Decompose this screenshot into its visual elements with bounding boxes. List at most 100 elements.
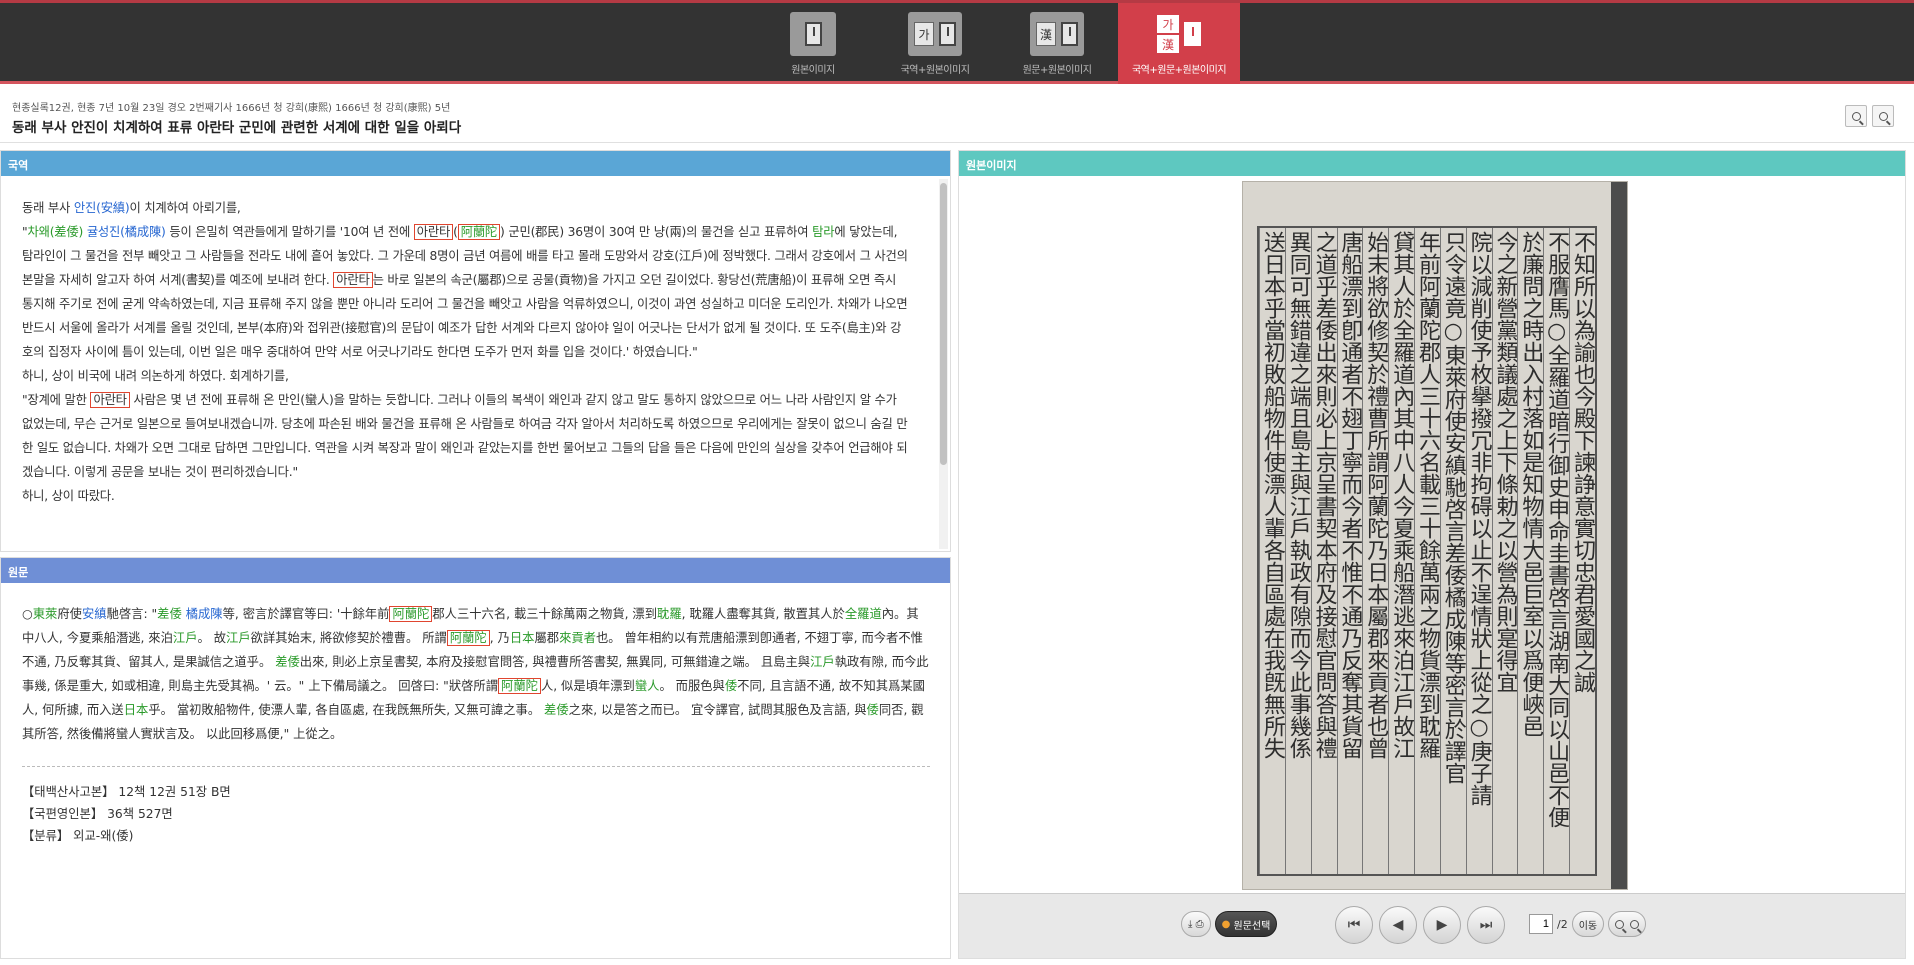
scanned-page-image[interactable]: 不知所以為諭也今殿下諫諍意實切忠君愛國之誠 不服膺馬○全羅道暗行御史申命圭書啓言湖…: [1242, 181, 1628, 890]
term-link[interactable]: 差倭: [275, 655, 300, 669]
highlight-term[interactable]: 阿蘭陀: [389, 606, 433, 622]
place-link[interactable]: 日本: [124, 703, 149, 717]
check-icon: ●: [1221, 918, 1234, 930]
zoom-in-icon: [1851, 111, 1861, 121]
place-link[interactable]: 耽羅: [657, 607, 682, 621]
place-link[interactable]: 江戶: [226, 631, 251, 645]
scan-column: 今之新營黨類議處之上下條勅之以營為則寔得宜: [1491, 228, 1517, 874]
next-page-icon: ▶: [1436, 917, 1448, 933]
person-link[interactable]: 安縝: [82, 607, 107, 621]
place-link[interactable]: 탐라: [812, 225, 834, 239]
zoom-in-button[interactable]: [1845, 105, 1867, 127]
scan-column: 始末將欲修契於禮曹所謂阿蘭陀乃日本屬郡來貢者也曾: [1362, 228, 1388, 874]
translation-panel-header: 국역: [1, 151, 950, 176]
select-original-label: 원문선택: [1233, 920, 1271, 932]
scan-column: 異同可無錯違之端且島主與江戶執政有隙而今此事幾係: [1284, 228, 1311, 874]
mode-original-text-image[interactable]: 漢 원문+원본이미지: [996, 3, 1118, 84]
meta-taebaek: 【태백산사고본】 12책 12권 51장 B면: [22, 785, 231, 799]
scan-text-columns: 不知所以為諭也今殿下諫諍意實切忠君愛國之誠 不服膺馬○全羅道暗行御史申命圭書啓言湖…: [1257, 226, 1597, 876]
print-icon: ⎙: [1195, 918, 1204, 930]
zoom-out-button[interactable]: [1872, 105, 1894, 127]
mode-label: 원문+원본이미지: [1022, 65, 1092, 76]
page-title: 동래 부사 안진이 치계하여 표류 아란타 군민에 관련한 서계에 대한 일을 …: [12, 120, 462, 136]
term-link[interactable]: 倭: [867, 703, 879, 717]
translation-body: 동래 부사 안진(安縝)이 치계하여 아뢰기를, "차왜(差倭) 귤성진(橘成陳…: [22, 201, 908, 503]
zoom-out-icon: [1878, 111, 1888, 121]
hangul-page-icon: 가: [908, 12, 962, 56]
term-link[interactable]: 蠻人: [635, 679, 660, 693]
prev-page-button[interactable]: ◀: [1379, 906, 1417, 944]
text-zoom-controls: [1845, 105, 1894, 127]
term-link[interactable]: 차왜(差倭): [27, 225, 83, 239]
last-page-icon: ⏭: [1479, 917, 1493, 933]
translation-scrollbar[interactable]: [939, 179, 948, 549]
mode-original-image[interactable]: 원본이미지: [752, 3, 874, 84]
download-icon: ⤓: [1188, 918, 1193, 930]
mode-all[interactable]: 가漢 국역+원문+원본이미지: [1118, 3, 1240, 84]
image-zoom-in-icon[interactable]: [1615, 919, 1625, 929]
view-mode-tabs: 원본이미지 가 국역+원본이미지 漢 원문+원본이미지 가漢 국역+원문+원본이…: [752, 3, 1240, 84]
page-edge: [1611, 182, 1627, 889]
image-viewer-toolbar: ⤓ ⎙ ● 원문선택 ⏮ ◀ ▶ ⏭ /2 이동: [959, 893, 1905, 958]
scan-column: 只令遠竟○東萊府使安縝馳啓言差倭橘成陳等密言於譯官: [1439, 228, 1466, 874]
place-link[interactable]: 日本: [510, 631, 535, 645]
article-header: 현종실록12권, 현종 7년 10월 23일 경오 2번째기사 1666년 청 …: [0, 91, 1914, 143]
highlight-term[interactable]: 阿蘭陀: [446, 630, 490, 646]
person-link[interactable]: 귤성진(橘成陳): [87, 225, 166, 239]
term-link[interactable]: 差倭: [544, 703, 569, 717]
place-link[interactable]: 東萊: [33, 607, 58, 621]
hangul-hanja-page-icon: 가漢: [1151, 12, 1207, 56]
download-button[interactable]: ⤓ ⎙: [1181, 911, 1211, 937]
page-total: /2: [1557, 917, 1568, 931]
source-metadata: 【태백산사고본】 12책 12권 51장 B면 【국편영인본】 36책 527면…: [1, 767, 950, 847]
go-button[interactable]: 이동: [1571, 911, 1605, 937]
select-original-button[interactable]: ● 원문선택: [1214, 911, 1278, 937]
hanja-page-icon: 漢: [1030, 12, 1084, 56]
scan-column: 院以減削使予枚擧撥冗非拘碍以止不逞情狀上從之○庚子請: [1465, 228, 1492, 874]
original-panel-header: 원문: [1, 558, 950, 583]
mode-translation-image[interactable]: 가 국역+원본이미지: [874, 3, 996, 84]
scan-column: 不知所以為諭也今殿下諫諍意實切忠君愛國之誠: [1569, 228, 1595, 874]
highlight-term: 아란타: [413, 224, 454, 240]
term-link[interactable]: 差倭: [157, 607, 182, 621]
highlight-term: 아란타: [333, 272, 373, 288]
top-bar: 원본이미지 가 국역+원본이미지 漢 원문+원본이미지 가漢 국역+원문+원본이…: [0, 0, 1914, 84]
translation-panel: 국역 동래 부사 안진(安縝)이 치계하여 아뢰기를, "차왜(差倭) 귤성진(…: [0, 150, 951, 552]
original-image-panel: 원본이미지 不知所以為諭也今殿下諫諍意實切忠君愛國之誠 不服膺馬○全羅道暗行御史申…: [958, 150, 1906, 959]
next-page-button[interactable]: ▶: [1423, 906, 1461, 944]
place-link[interactable]: 全羅道: [845, 607, 882, 621]
image-zoom-controls: [1608, 911, 1647, 937]
scan-column: 唐船漂到卽通者不翅丁寧而今者不惟不通乃反奪其貨留: [1336, 228, 1362, 874]
last-page-button[interactable]: ⏭: [1467, 906, 1505, 944]
mode-label: 원본이미지: [791, 65, 835, 76]
highlight-term: 아란타: [90, 392, 130, 408]
first-page-icon: ⏮: [1347, 917, 1361, 933]
scan-column: 不服膺馬○全羅道暗行御史申命圭書啓言湖南大同以山邑不便: [1543, 228, 1569, 874]
person-link[interactable]: 안진(安縝): [74, 201, 130, 215]
breadcrumb: 현종실록12권, 현종 7년 10월 23일 경오 2번째기사 1666년 청 …: [12, 103, 451, 114]
image-panel-header: 원본이미지: [959, 151, 1905, 176]
page-number-input[interactable]: [1529, 914, 1553, 934]
scan-column: 於廉問之時出入村落如是知物情大邑巨室以爲便峽邑: [1517, 228, 1543, 874]
scan-column: 貸其人於全羅道內其中八人今夏乘船潛逃來泊江戶故江: [1388, 228, 1414, 874]
place-link[interactable]: 江戶: [810, 655, 835, 669]
person-link[interactable]: 橘成陳: [186, 607, 223, 621]
image-zoom-out-icon[interactable]: [1630, 919, 1640, 929]
original-text-body: ○東萊府使安縝馳啓言: "差倭 橘成陳等, 密言於譯官等曰: '十餘年前 阿蘭陀郡…: [22, 606, 929, 741]
prev-page-icon: ◀: [1392, 917, 1404, 933]
mode-label: 국역+원문+원본이미지: [1131, 65, 1227, 76]
highlight-term[interactable]: 阿蘭陀: [498, 678, 541, 694]
scan-column: 之道乎差倭出來則必上京呈書契本府及接慰官問答與禮: [1310, 228, 1337, 874]
page-icon: [790, 12, 836, 56]
highlight-term[interactable]: 阿蘭陀: [457, 224, 501, 240]
place-link[interactable]: 江戶: [173, 631, 198, 645]
original-text-panel: 원문 ○東萊府使安縝馳啓言: "差倭 橘成陳等, 密言於譯官等曰: '十餘年前阿…: [0, 557, 951, 959]
term-link[interactable]: 來貢者: [559, 631, 596, 645]
scan-column: 送日本乎當初敗船物件使漂人輩各自區處在我旣無所失: [1259, 228, 1285, 874]
scan-column: 年前阿蘭陀郡人三十六名載三十餘萬兩之物貨漂到耽羅: [1414, 228, 1440, 874]
mode-label: 국역+원본이미지: [900, 65, 970, 76]
term-link[interactable]: 倭: [725, 679, 737, 693]
meta-gukpyeon: 【국편영인본】 36책 527면: [22, 807, 173, 821]
first-page-button[interactable]: ⏮: [1335, 906, 1373, 944]
meta-category: 【분류】 외교-왜(倭): [22, 829, 134, 843]
